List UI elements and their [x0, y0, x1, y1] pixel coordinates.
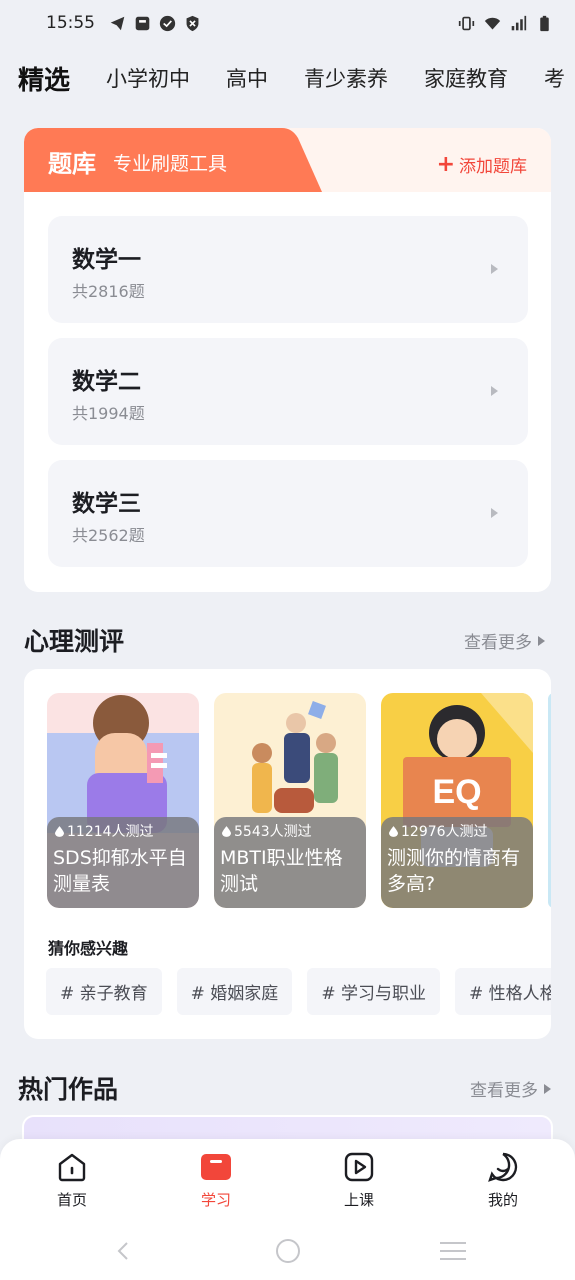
- tag-personality[interactable]: # 性格人格: [454, 968, 551, 1015]
- test-title: MBTI职业性格测试: [220, 847, 343, 895]
- psych-test-card: 11214人测过 SDS抑郁水平自测量表 5543人测过 MBTI职业性格测试: [24, 669, 551, 1039]
- home-circle-icon: [276, 1239, 300, 1263]
- test-title: SDS抑郁水平自测量表: [53, 847, 187, 895]
- bank-item-count: 共1994题: [72, 404, 145, 423]
- test-count-text: 12976人测过: [401, 824, 488, 840]
- system-nav-bar: [117, 1239, 466, 1263]
- hot-more-link[interactable]: 查看更多: [470, 1076, 551, 1101]
- nav-label: 我的: [487, 1191, 518, 1209]
- bank-item-name: 数学一: [72, 247, 141, 273]
- nav-profile[interactable]: 我的: [463, 1151, 543, 1210]
- test-participants: 11214人测过: [55, 821, 154, 841]
- tab-high-school[interactable]: 高中: [226, 63, 268, 93]
- nav-label: 首页: [56, 1191, 87, 1209]
- hot-section-title: 热门作品: [18, 1075, 119, 1104]
- home-icon: [58, 1153, 86, 1182]
- test-info: 12976人测过 测测你的情商有多高?: [381, 817, 533, 908]
- question-bank-card: 题库 专业刷题工具 + 添加题库 数学一 共2816题 数学二 共1994题 数…: [24, 128, 551, 592]
- category-tabs: 精选 小学初中 高中 青少素养 家庭教育 考: [0, 50, 575, 106]
- plus-icon: +: [436, 151, 455, 177]
- status-time: 15:55: [46, 13, 95, 33]
- check-circle-icon: [159, 15, 176, 31]
- nav-study[interactable]: 学习: [176, 1151, 256, 1210]
- wifi-icon: [484, 17, 501, 29]
- bank-item-count: 共2816题: [72, 282, 145, 301]
- tag-study-career[interactable]: # 学习与职业: [307, 968, 440, 1015]
- nav-home[interactable]: 首页: [32, 1151, 112, 1210]
- nav-class[interactable]: 上课: [319, 1151, 399, 1210]
- bottom-nav: 首页 学习 上课 我的: [0, 1139, 575, 1280]
- signal-icon: [511, 15, 527, 30]
- bank-item-math-2[interactable]: 数学二 共1994题: [48, 338, 528, 445]
- bank-item-name: 数学二: [72, 369, 141, 395]
- tag-marriage-family[interactable]: # 婚姻家庭: [176, 968, 293, 1015]
- drop-icon: [389, 825, 398, 837]
- nav-label: 上课: [343, 1191, 374, 1209]
- bank-item-count: 共2562题: [72, 526, 145, 545]
- psych-section-header: 心理测评 查看更多: [24, 622, 551, 662]
- drop-icon: [222, 825, 231, 837]
- telegram-icon: [110, 16, 125, 30]
- test-info: 11214人测过 SDS抑郁水平自测量表: [47, 817, 199, 908]
- interest-label: 猜你感兴趣: [48, 939, 129, 958]
- psych-more-link[interactable]: 查看更多: [464, 628, 545, 653]
- bank-item-name: 数学三: [72, 491, 141, 517]
- tag-parenting[interactable]: # 亲子教育: [46, 968, 162, 1015]
- test-participants: 12976人测过: [389, 821, 488, 841]
- eq-badge-text: EQ: [432, 773, 481, 811]
- chevron-right-icon: [538, 635, 545, 646]
- more-label: 查看更多: [470, 1081, 538, 1101]
- add-bank-button[interactable]: + 添加题库: [437, 152, 527, 177]
- bank-title: 题库: [48, 150, 96, 178]
- vibrate-icon: [458, 16, 475, 30]
- profile-icon: [488, 1152, 518, 1182]
- shield-icon: [186, 15, 199, 31]
- mail-icon: [135, 16, 150, 30]
- test-card-peek[interactable]: [548, 693, 551, 908]
- nav-label: 学习: [200, 1191, 231, 1209]
- test-card-mbti[interactable]: 5543人测过 MBTI职业性格测试: [214, 693, 366, 908]
- test-title: 测测你的情商有多高?: [387, 847, 521, 895]
- play-icon: [344, 1152, 374, 1182]
- more-label: 查看更多: [464, 633, 532, 653]
- test-card-sds[interactable]: 11214人测过 SDS抑郁水平自测量表: [47, 693, 199, 908]
- status-bar: 15:55: [0, 0, 575, 46]
- battery-icon: [540, 15, 549, 31]
- tab-primary-middle[interactable]: 小学初中: [106, 63, 190, 93]
- bank-subtitle: 专业刷题工具: [113, 153, 228, 175]
- tab-youth-literacy[interactable]: 青少素养: [304, 63, 388, 93]
- psych-section-title: 心理测评: [24, 627, 125, 656]
- tab-featured[interactable]: 精选: [18, 60, 70, 97]
- study-icon: [201, 1154, 231, 1180]
- tab-family-education[interactable]: 家庭教育: [424, 63, 508, 93]
- test-info: 5543人测过 MBTI职业性格测试: [214, 817, 366, 908]
- chevron-right-icon: [491, 508, 498, 518]
- test-count-text: 5543人测过: [234, 824, 312, 840]
- test-card-eq[interactable]: EQ 12976人测过 测测你的情商有多高?: [381, 693, 533, 908]
- bank-item-math-1[interactable]: 数学一 共2816题: [48, 216, 528, 323]
- add-bank-label: 添加题库: [459, 157, 527, 177]
- chevron-right-icon: [491, 264, 498, 274]
- hot-section-header: 热门作品 查看更多: [18, 1070, 551, 1110]
- chevron-right-icon: [544, 1083, 551, 1094]
- chevron-right-icon: [491, 386, 498, 396]
- bank-list: 数学一 共2816题 数学二 共1994题 数学三 共2562题: [24, 192, 551, 592]
- test-participants: 5543人测过: [222, 821, 312, 841]
- menu-icon: [440, 1242, 466, 1260]
- tab-exam[interactable]: 考: [544, 63, 565, 93]
- test-count-text: 11214人测过: [67, 824, 154, 840]
- drop-icon: [55, 825, 64, 837]
- bank-item-math-3[interactable]: 数学三 共2562题: [48, 460, 528, 567]
- interest-tags: # 亲子教育 # 婚姻家庭 # 学习与职业 # 性格人格: [46, 968, 551, 1015]
- back-icon: [117, 1242, 128, 1260]
